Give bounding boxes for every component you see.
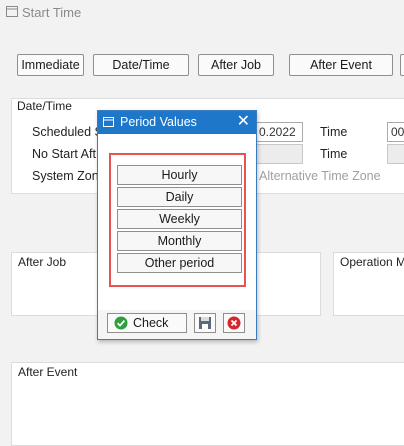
check-button-label: Check — [133, 316, 169, 330]
period-other-button[interactable]: Other period — [117, 253, 242, 273]
dialog-footer: Check — [98, 310, 256, 339]
scheduled-start-label: Scheduled S — [32, 125, 103, 139]
window-title: Start Time — [22, 5, 82, 20]
after-event-button[interactable]: After Event — [289, 54, 393, 76]
dialog-header: Period Values ✕ — [98, 111, 256, 134]
period-hourly-button[interactable]: Hourly — [117, 165, 242, 185]
dialog-title: Period Values — [120, 115, 197, 129]
operation-mode-group: Operation M — [333, 252, 404, 316]
after-job-button[interactable]: After Job — [198, 54, 274, 76]
no-start-date-field — [255, 144, 303, 164]
time-label-2: Time — [320, 147, 348, 161]
no-start-after-label: No Start Aft — [32, 147, 96, 161]
after-event-group-title: After Event — [18, 365, 78, 379]
check-button[interactable]: Check — [107, 313, 187, 333]
window-icon — [6, 6, 18, 17]
period-options-highlight: Hourly Daily Weekly Monthly Other period — [109, 153, 246, 287]
period-values-dialog: Period Values ✕ Hourly Daily Weekly Mont… — [97, 110, 257, 340]
scheduled-time-field[interactable]: 00 — [387, 122, 404, 142]
date-time-button[interactable]: Date/Time — [93, 54, 189, 76]
after-job-group-title: After Job — [18, 255, 67, 269]
period-monthly-button[interactable]: Monthly — [117, 231, 242, 251]
period-daily-button[interactable]: Daily — [117, 187, 242, 207]
cancel-icon — [227, 316, 241, 330]
no-start-time-field — [387, 144, 404, 164]
next-toolbar-button[interactable] — [400, 54, 404, 76]
date-time-group-title: Date/Time — [17, 99, 72, 113]
after-event-group: After Event — [11, 362, 404, 446]
operation-mode-group-title: Operation M — [340, 255, 404, 269]
title-bar: Start Time — [0, 0, 404, 24]
close-icon[interactable]: ✕ — [237, 113, 250, 131]
scheduled-date-field[interactable]: 0.2022 — [255, 122, 303, 142]
check-icon — [114, 316, 128, 330]
immediate-button[interactable]: Immediate — [17, 54, 84, 76]
cancel-button[interactable] — [223, 313, 245, 333]
period-weekly-button[interactable]: Weekly — [117, 209, 242, 229]
system-zone-label: System Zon — [32, 169, 99, 183]
alternative-time-zone-label: Alternative Time Zone — [259, 169, 381, 183]
dialog-body: Hourly Daily Weekly Monthly Other period — [98, 134, 256, 310]
dialog-window-icon — [103, 117, 114, 127]
save-icon — [199, 317, 211, 329]
save-button[interactable] — [194, 313, 216, 333]
time-label: Time — [320, 125, 348, 139]
